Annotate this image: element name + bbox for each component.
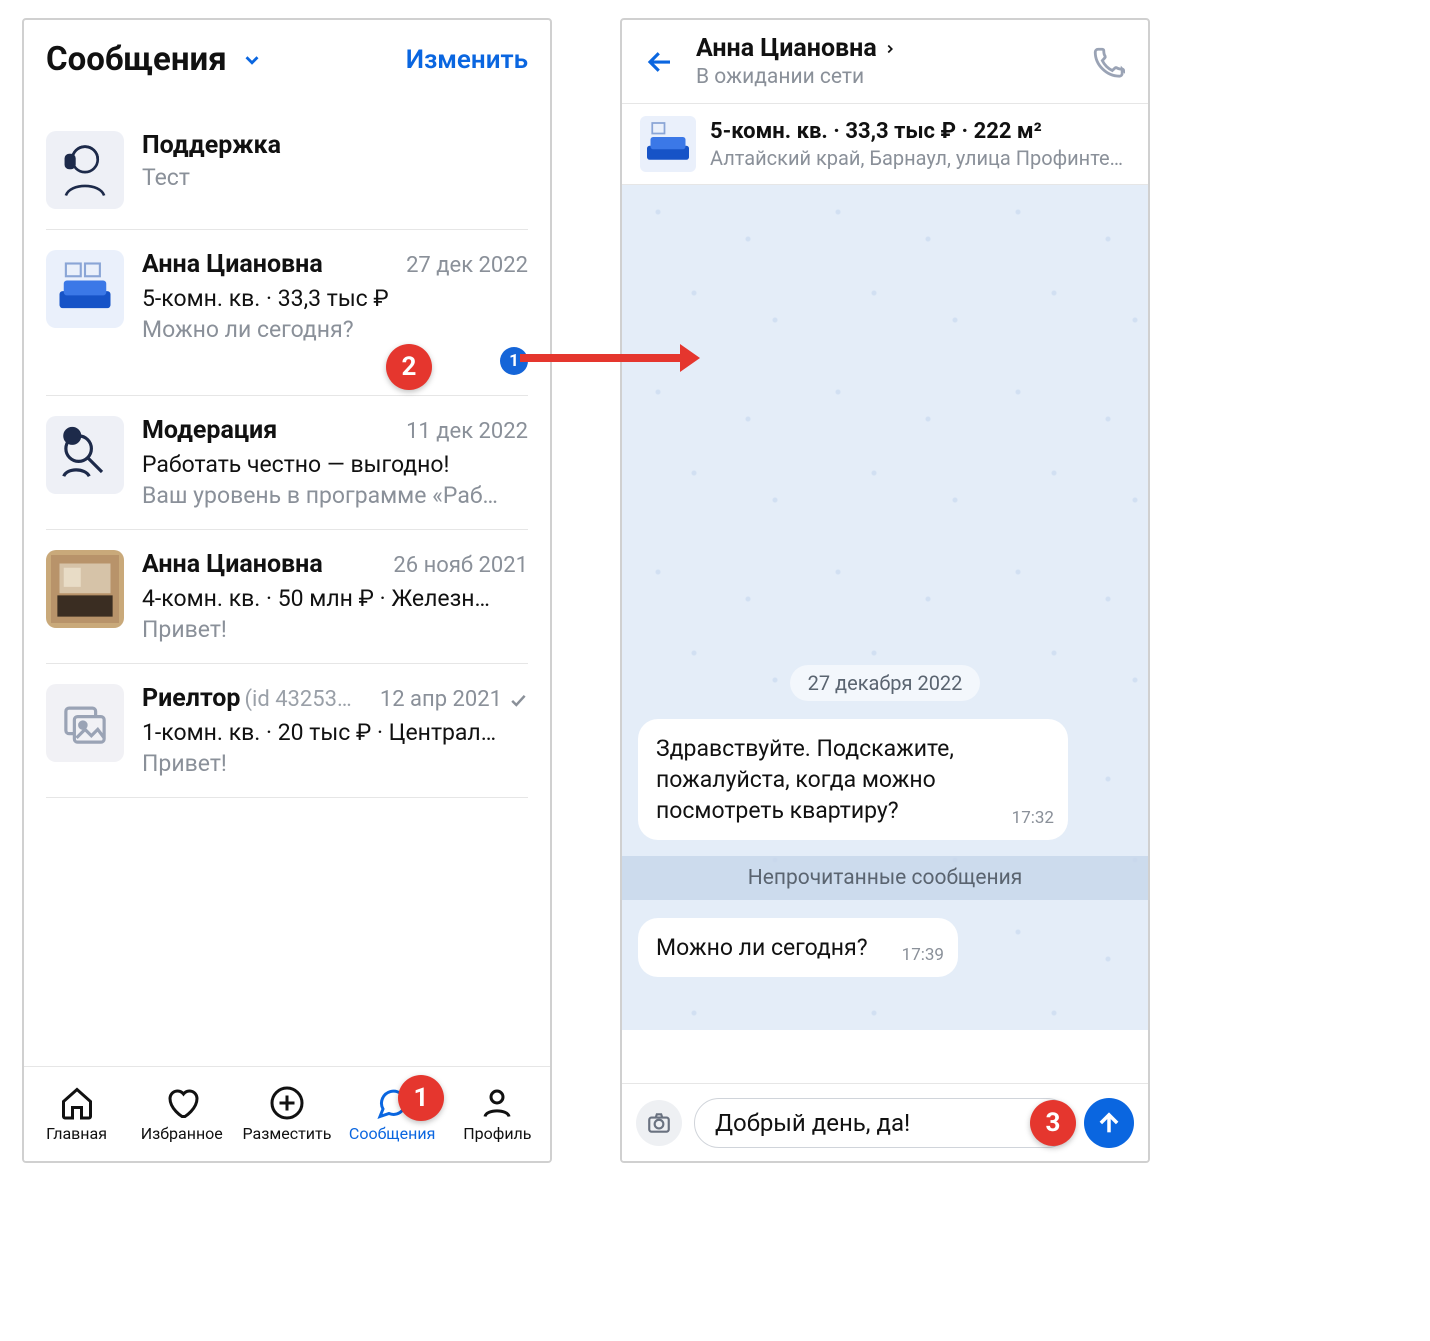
unread-separator: Непрочитанные сообщения — [622, 856, 1148, 900]
heart-icon — [164, 1085, 200, 1121]
tab-post[interactable]: Разместить — [237, 1085, 337, 1143]
chat-title-block[interactable]: Анна Циановна В ожидании сети — [696, 34, 1070, 89]
send-button[interactable] — [1084, 1098, 1134, 1148]
message-text: Здравствуйте. Подскажите, пожалуйста, ко… — [656, 735, 954, 824]
conversation-subtitle: 4-комн. кв. · 50 млн ₽ · Железн… — [142, 585, 528, 612]
chat-screen: Анна Циановна В ожидании сети 5-комн. кв… — [620, 18, 1150, 1163]
tab-profile[interactable]: Профиль — [447, 1085, 547, 1143]
tab-label: Сообщения — [349, 1124, 435, 1143]
back-button[interactable] — [640, 42, 680, 82]
listing-address: Алтайский край, Барнаул, улица Профинтер… — [710, 146, 1130, 170]
conversation-list: Поддержка Тест Анна Циановна 27 дек 2022… — [24, 101, 550, 798]
avatar-moderation-icon — [46, 416, 124, 494]
tab-home[interactable]: Главная — [27, 1085, 127, 1143]
chat-contact-name: Анна Циановна — [696, 34, 877, 63]
chevron-down-icon — [241, 49, 263, 71]
conversation-subtitle: 5-комн. кв. · 33,3 тыс ₽ — [142, 285, 528, 312]
bottom-tab-bar: Главная Избранное Разместить Сообщения П… — [24, 1066, 550, 1161]
tab-label: Разместить — [243, 1124, 332, 1143]
messages-title: Сообщения — [46, 40, 227, 79]
conversation-subtitle: Работать честно — выгодно! — [142, 451, 528, 478]
arrow-left-icon — [645, 47, 675, 77]
profile-icon — [479, 1085, 515, 1121]
plus-circle-icon — [269, 1085, 305, 1121]
conversation-id: (id 43253… — [244, 687, 351, 712]
call-button[interactable] — [1086, 40, 1130, 84]
message-incoming[interactable]: Здравствуйте. Подскажите, пожалуйста, ко… — [638, 719, 1068, 840]
tab-label: Избранное — [141, 1124, 223, 1143]
listing-thumb-icon — [640, 116, 696, 172]
edit-button[interactable]: Изменить — [406, 45, 528, 75]
tab-label: Профиль — [463, 1124, 531, 1143]
avatar-placeholder-icon — [46, 684, 124, 762]
conversation-item-moderation[interactable]: Модерация 11 дек 2022 Работать честно — … — [46, 396, 528, 530]
conversation-date: 26 нояб 2021 — [393, 553, 528, 578]
annotation-marker-3: 3 — [1030, 1100, 1076, 1146]
conversation-date: 12 апр 2021 — [380, 687, 528, 712]
message-input-text: Добрый день, да! — [715, 1109, 910, 1137]
listing-title: 5-комн. кв. · 33,3 тыс ₽ · 222 м² — [710, 119, 1130, 144]
conversation-name: Анна Циановна — [142, 250, 323, 279]
chat-date-separator: 27 декабря 2022 — [790, 665, 981, 701]
conversation-name: Риелтор — [142, 684, 240, 713]
listing-summary[interactable]: 5-комн. кв. · 33,3 тыс ₽ · 222 м² Алтайс… — [622, 104, 1148, 185]
conversation-subtitle: 1-комн. кв. · 20 тыс ₽ · Централ… — [142, 719, 528, 746]
avatar-room-photo — [46, 550, 124, 628]
check-icon — [508, 690, 528, 710]
conversation-preview: Тест — [142, 164, 528, 191]
conversation-preview: Можно ли сегодня? — [142, 316, 528, 343]
conversation-name: Модерация — [142, 416, 277, 445]
conversation-name: Поддержка — [142, 131, 281, 160]
conversation-preview: Привет! — [142, 750, 528, 777]
conversation-date: 11 дек 2022 — [406, 419, 528, 444]
conversation-item-realtor[interactable]: Риелтор (id 43253… 12 апр 2021 1-комн. к… — [46, 664, 528, 798]
arrow-up-icon — [1095, 1109, 1123, 1137]
conversation-item-support[interactable]: Поддержка Тест — [46, 101, 528, 230]
message-input[interactable]: Добрый день, да! — [694, 1098, 1072, 1148]
tab-label: Главная — [46, 1124, 107, 1143]
message-text: Можно ли сегодня? — [656, 934, 868, 961]
conversation-item-anna-2[interactable]: Анна Циановна 26 нояб 2021 4-комн. кв. ·… — [46, 530, 528, 664]
conversation-preview: Привет! — [142, 616, 528, 643]
camera-button[interactable] — [636, 1100, 682, 1146]
phone-icon — [1091, 45, 1125, 79]
conversation-item-anna-1[interactable]: Анна Циановна 27 дек 2022 5-комн. кв. · … — [46, 230, 528, 396]
camera-icon — [646, 1110, 672, 1136]
home-icon — [59, 1085, 95, 1121]
avatar-listing-icon — [46, 250, 124, 328]
chat-header: Анна Циановна В ожидании сети — [622, 20, 1148, 104]
tab-favorites[interactable]: Избранное — [132, 1085, 232, 1143]
conversation-name: Анна Циановна — [142, 550, 323, 579]
messages-header: Сообщения Изменить — [24, 20, 550, 101]
annotation-marker-1: 1 — [398, 1075, 444, 1121]
annotation-marker-2: 2 — [386, 344, 432, 390]
chat-messages-area[interactable]: 27 декабря 2022 Здравствуйте. Подскажите… — [622, 185, 1148, 1030]
annotation-arrow — [520, 338, 700, 378]
message-time: 17:32 — [1012, 807, 1054, 830]
avatar-support-icon — [46, 131, 124, 209]
conversation-preview: Ваш уровень в программе «Раб… — [142, 482, 528, 509]
message-time: 17:39 — [902, 944, 944, 967]
messages-screen: Сообщения Изменить Поддержка Тест — [22, 18, 552, 1163]
conversation-date-text: 12 апр 2021 — [380, 687, 502, 712]
conversation-date: 27 дек 2022 — [406, 253, 528, 278]
chevron-right-icon — [883, 42, 897, 56]
message-incoming[interactable]: Можно ли сегодня? 17:39 — [638, 918, 958, 977]
messages-title-dropdown[interactable]: Сообщения — [46, 40, 263, 79]
chat-status: В ожидании сети — [696, 65, 1070, 89]
